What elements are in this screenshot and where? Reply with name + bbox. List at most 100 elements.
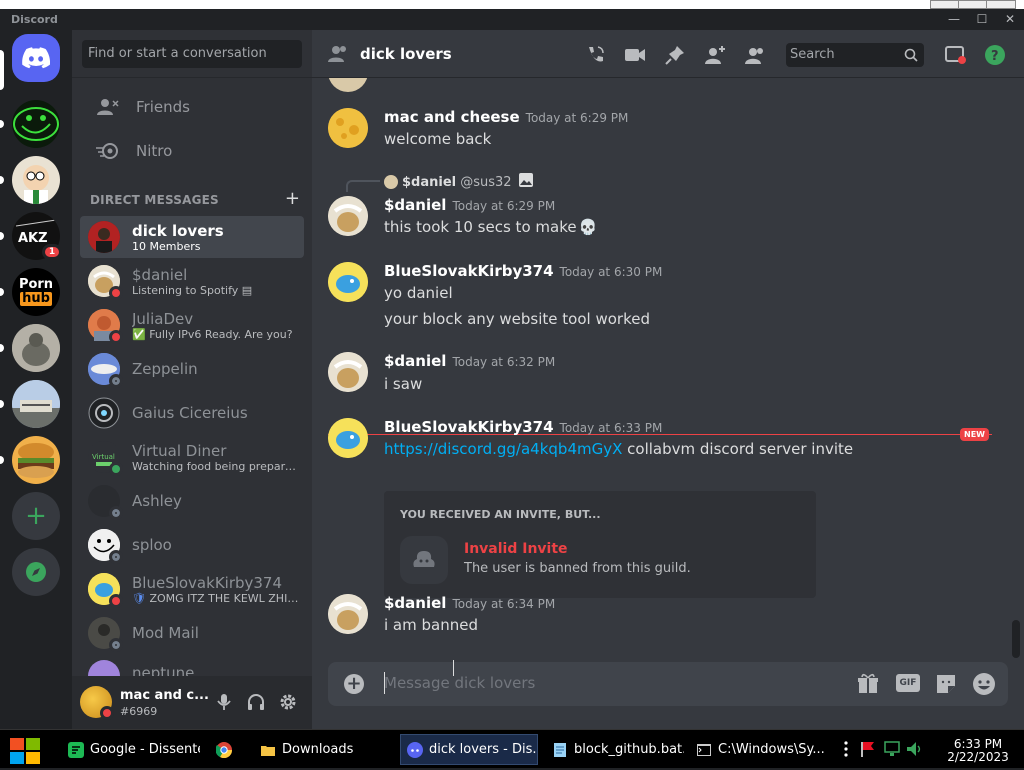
message-scrollbar[interactable] (1012, 620, 1020, 658)
dm-item-virtual-diner[interactable]: Virtual Virtual Diner Watching food bein… (80, 436, 304, 478)
settings-gear-icon[interactable] (278, 692, 298, 712)
host-close-button[interactable] (986, 0, 1016, 9)
inbox-icon[interactable] (944, 44, 966, 66)
unread-indicator (0, 120, 4, 128)
folder-icon (261, 745, 275, 756)
message-timestamp: Today at 6:30 PM (559, 265, 663, 279)
server-peter[interactable] (12, 156, 60, 204)
start-video-call-icon[interactable] (624, 44, 646, 66)
message-author[interactable]: $daniel Today at 6:29 PM (384, 196, 555, 214)
unread-indicator (0, 176, 4, 184)
message-avatar[interactable] (328, 262, 368, 302)
action-center-flag-icon[interactable] (860, 740, 876, 758)
message-avatar[interactable] (328, 594, 368, 634)
taskbar-item-dissenter[interactable]: Google - Dissenter (62, 734, 200, 765)
microphone-icon[interactable] (214, 692, 234, 712)
member-list-icon[interactable] (744, 44, 766, 66)
dm-item-blueslovakkirby[interactable]: BlueSlovakKirby374 🛡 ZOMG ITZ THE KEWL Z… (80, 568, 304, 610)
message-avatar[interactable] (328, 418, 368, 458)
help-icon[interactable]: ? (984, 44, 1006, 66)
reply-preview[interactable]: $daniel @sus32 (384, 172, 534, 192)
chat-main: dick lovers Search ? mac and cheese Toda… (312, 30, 1024, 729)
message-timestamp: Today at 6:33 PM (559, 421, 663, 435)
network-icon[interactable] (884, 740, 900, 758)
nav-friends[interactable]: Friends (80, 86, 304, 128)
image-attachment-icon (518, 172, 534, 192)
taskbar-item-discord[interactable]: dick lovers - Dis... (400, 734, 538, 765)
upload-plus-icon[interactable]: + (344, 674, 364, 694)
dm-subtext: 10 Members (132, 239, 201, 253)
server-trollface[interactable] (12, 100, 60, 148)
taskbar-item-cmd[interactable]: C:\Windows\Sy... (690, 734, 828, 765)
host-minimize-button[interactable] (930, 0, 960, 9)
dm-item-sploo[interactable]: sploo (80, 524, 304, 566)
create-dm-button[interactable]: + (285, 188, 300, 209)
dm-subtext: ✅ Fully IPv6 Ready. Are you? (132, 327, 293, 341)
message-avatar[interactable] (328, 196, 368, 236)
close-button[interactable]: ✕ (1000, 11, 1020, 27)
message-author[interactable]: BlueSlovakKirby374 Today at 6:30 PM (384, 262, 662, 280)
new-messages-badge: NEW (960, 428, 989, 441)
taskbar-item-downloads[interactable]: Downloads (254, 734, 392, 765)
volume-icon[interactable] (906, 740, 922, 758)
explore-servers-button[interactable] (12, 548, 60, 596)
dm-item-mod-mail[interactable]: Mod Mail (80, 612, 304, 654)
dm-item-dick-lovers[interactable]: dick lovers 10 Members (80, 216, 304, 258)
svg-text:AKZ: AKZ (18, 231, 48, 246)
find-conversation-button[interactable]: Find or start a conversation (82, 40, 302, 68)
start-button[interactable] (8, 736, 44, 766)
server-stone[interactable] (12, 324, 60, 372)
invite-link[interactable]: https://discord.gg/a4kqb4mGyX (384, 440, 622, 458)
maximize-button[interactable]: ☐ (972, 11, 992, 27)
home-button[interactable] (12, 34, 60, 82)
system-clock[interactable]: 6:33 PM 2/22/2023 (934, 738, 1022, 764)
message-list: mac and cheese Today at 6:29 PM welcome b… (312, 78, 1024, 662)
headphones-icon[interactable] (246, 692, 266, 712)
message-author[interactable]: BlueSlovakKirby374 Today at 6:33 PM (384, 418, 662, 436)
overflow-menu-icon[interactable] (838, 740, 854, 758)
server-burger[interactable] (12, 436, 60, 484)
friends-icon (92, 98, 124, 116)
avatar (88, 221, 120, 253)
taskbar-item-chrome[interactable] (210, 734, 244, 765)
stone-creature-icon (12, 324, 60, 372)
dm-subtext: Listening to Spotify ▤ (132, 283, 253, 297)
search-input[interactable]: Search (786, 43, 924, 67)
dm-item-daniel[interactable]: $daniel Listening to Spotify ▤ (80, 260, 304, 302)
server-building[interactable] (12, 380, 60, 428)
message-avatar[interactable] (328, 108, 368, 148)
host-restore-button[interactable] (958, 0, 988, 9)
message-text: welcome back (384, 130, 492, 148)
dm-name: dick lovers (132, 221, 224, 240)
dm-item-juliadev[interactable]: JuliaDev ✅ Fully IPv6 Ready. Are you? (80, 304, 304, 346)
reply-avatar (384, 175, 398, 189)
dm-item-neptune[interactable]: neptune (80, 656, 304, 676)
avatar (88, 617, 123, 652)
message-text: i am banned (384, 616, 478, 634)
minimize-button[interactable]: — (944, 11, 964, 27)
message-input[interactable]: Message dick lovers (384, 674, 535, 692)
server-phub[interactable]: Porn hub (12, 268, 60, 316)
pinned-messages-icon[interactable] (664, 44, 686, 66)
emoji-picker-icon[interactable] (972, 672, 996, 696)
nav-nitro[interactable]: Nitro (80, 130, 304, 172)
app-title: Discord (11, 13, 58, 26)
message-avatar[interactable] (328, 352, 368, 392)
dm-item-zeppelin[interactable]: Zeppelin (80, 348, 304, 390)
start-voice-call-icon[interactable] (584, 44, 606, 66)
sticker-icon[interactable] (934, 672, 958, 696)
dm-subtext: 🛡 ZOMG ITZ THE KEWL ZHIE... (132, 591, 302, 605)
dm-item-ashley[interactable]: Ashley (80, 480, 304, 522)
message-author[interactable]: mac and cheese Today at 6:29 PM (384, 108, 628, 126)
taskbar-item-notepad[interactable]: block_github.bat... (546, 734, 684, 765)
invite-description: The user is banned from this guild. (464, 561, 691, 576)
dm-item-gaius[interactable]: Gaius Cicereius (80, 392, 304, 434)
invite-embed: YOU RECEIVED AN INVITE, BUT... Invalid I… (384, 491, 816, 598)
message-author[interactable]: $daniel Today at 6:32 PM (384, 352, 555, 370)
gif-picker-button[interactable]: GIF (896, 674, 920, 692)
dm-name: $daniel (132, 265, 188, 284)
gift-icon[interactable] (856, 672, 880, 696)
add-server-button[interactable]: + (12, 492, 60, 540)
add-friends-to-dm-icon[interactable] (704, 44, 726, 66)
message-author[interactable]: $daniel Today at 6:34 PM (384, 594, 555, 612)
